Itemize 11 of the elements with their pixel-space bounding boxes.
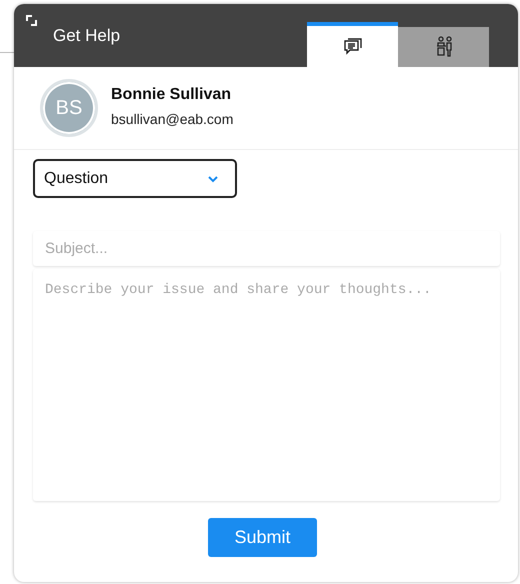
avatar: BS [40,79,98,137]
tab[interactable] [398,27,489,67]
user-email: bsullivan@eab.com [111,110,234,126]
resize-icon[interactable] [26,15,37,26]
tab[interactable] [307,22,398,67]
chevron-icon [207,174,219,182]
subject-field[interactable]: Subject... [33,231,500,266]
category-dropdown[interactable]: Question [33,159,237,198]
user-name: Bonnie Sullivan [111,86,232,104]
description-field[interactable]: Describe your issue and share your thoughts... [33,269,500,501]
panel-title: Get Help [53,26,120,46]
